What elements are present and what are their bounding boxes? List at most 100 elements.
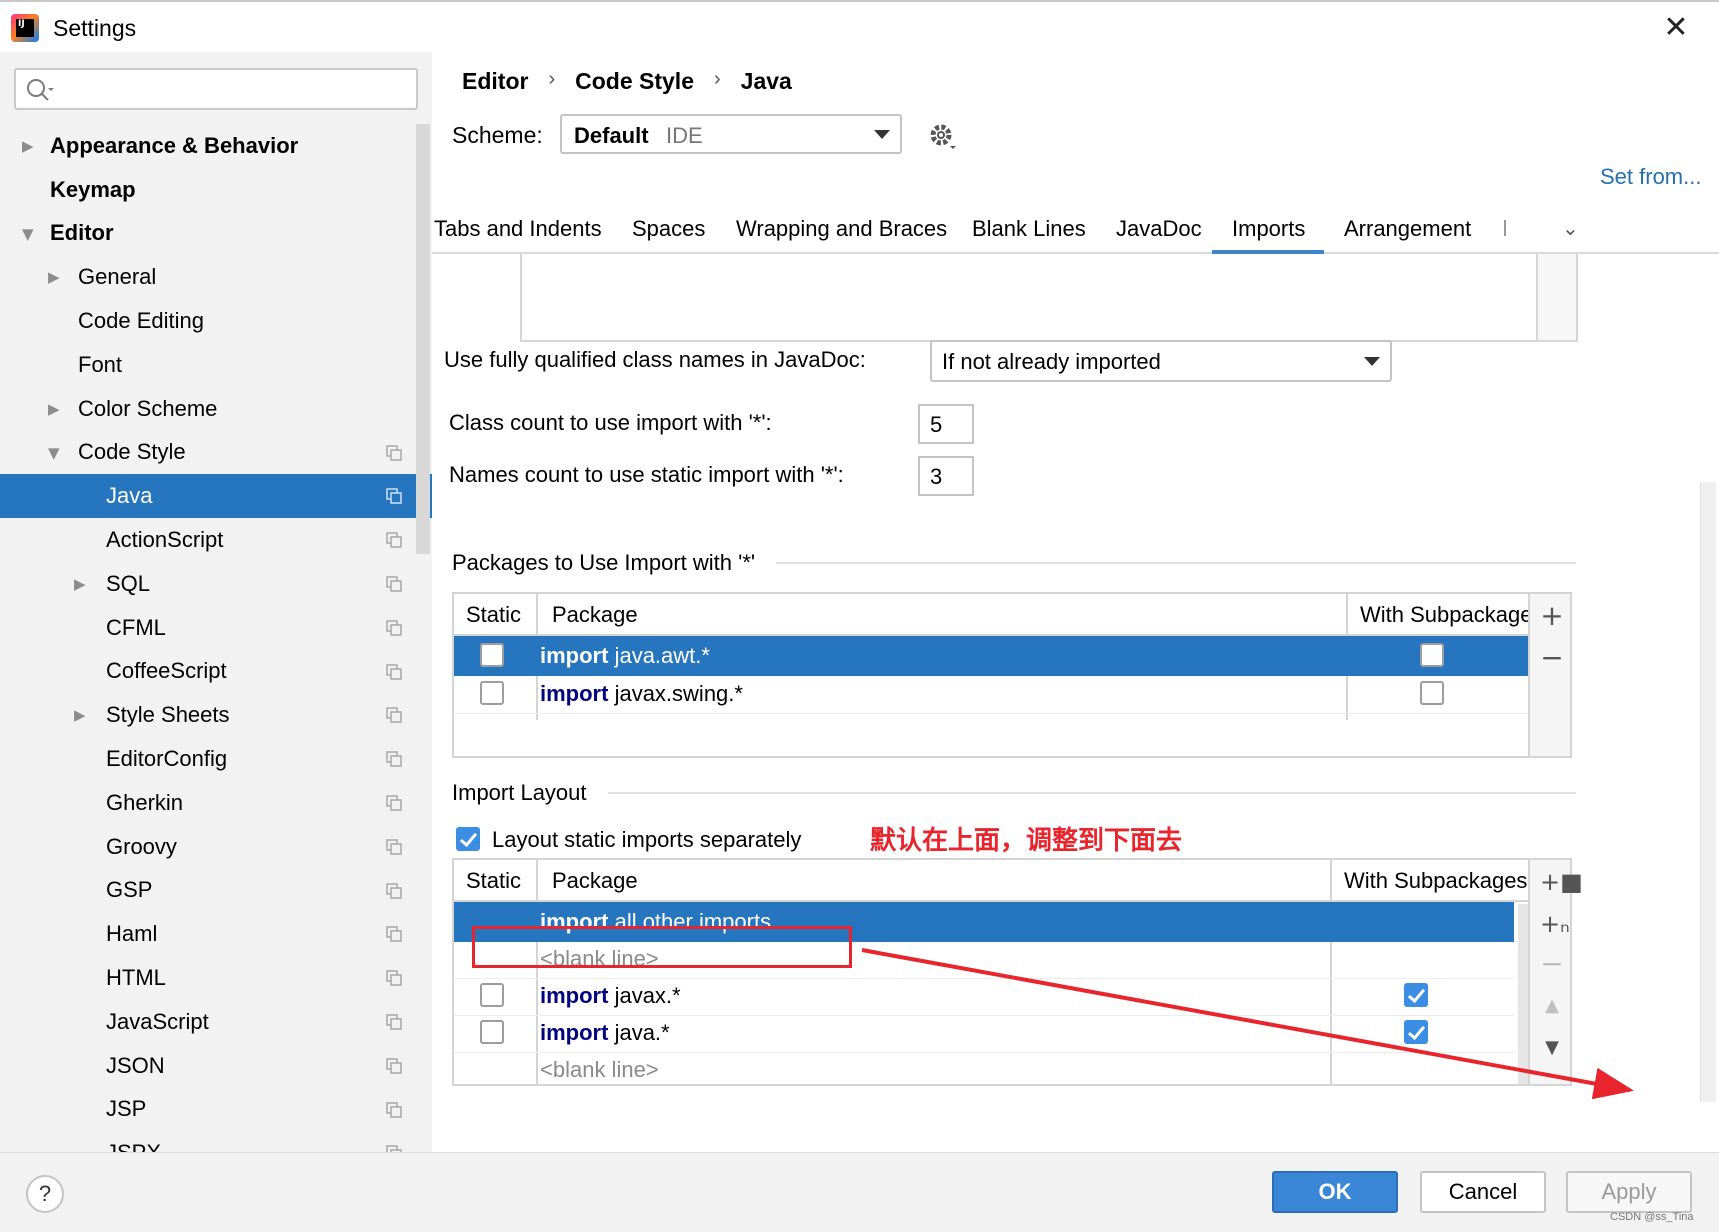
tab-blank-lines[interactable]: Blank Lines — [972, 216, 1086, 242]
close-icon[interactable]: ✕ — [1660, 12, 1692, 44]
sidebar-item-label: CoffeeScript — [106, 658, 227, 684]
class-count-input[interactable]: 5 — [918, 404, 974, 444]
scheme-select[interactable]: Default IDE — [560, 114, 902, 154]
panel-scrollbar[interactable] — [1700, 482, 1716, 1102]
project-scheme-icon — [386, 839, 402, 855]
expand-right-icon[interactable]: ▶ — [48, 269, 64, 285]
sidebar-item-editorconfig[interactable]: EditorConfig — [0, 737, 432, 781]
names-count-label: Names count to use static import with '*… — [449, 462, 844, 487]
move-down-icon[interactable]: ▼ — [1540, 1036, 1564, 1060]
sidebar-item-gsp[interactable]: GSP — [0, 869, 432, 913]
add-blank-line-icon[interactable]: +ₙ — [1540, 912, 1570, 936]
search-icon — [27, 79, 54, 101]
project-scheme-icon — [386, 1101, 402, 1118]
sidebar-item-jsp[interactable]: JSP — [0, 1088, 432, 1132]
sidebar-item-javascript[interactable]: JavaScript — [0, 1000, 432, 1044]
add-package-icon[interactable]: +■ — [1540, 870, 1583, 894]
sidebar-item-font[interactable]: Font — [0, 343, 432, 387]
expand-right-icon[interactable]: ▶ — [48, 401, 64, 417]
gear-icon[interactable] — [928, 122, 958, 152]
sidebar-item-html[interactable]: HTML — [0, 956, 432, 1000]
sidebar-item-gherkin[interactable]: Gherkin — [0, 781, 432, 825]
sidebar-item-appearance-behavior[interactable]: ▶ Appearance & Behavior — [0, 124, 432, 168]
project-scheme-icon — [386, 444, 402, 461]
column-package[interactable]: Package — [552, 868, 638, 894]
sidebar-item-actionscript[interactable]: ActionScript — [0, 518, 432, 562]
blank-line-row[interactable]: <blank line> — [454, 1050, 1514, 1084]
names-count-input[interactable]: 3 — [918, 456, 974, 496]
static-checkbox[interactable] — [480, 643, 504, 667]
column-subpackages[interactable]: With Subpackages — [1360, 602, 1528, 628]
add-icon[interactable]: + — [1540, 602, 1564, 630]
tab-javadoc[interactable]: JavaDoc — [1116, 216, 1202, 242]
tab-imports[interactable]: Imports — [1232, 216, 1305, 242]
sidebar-item-coffeescript[interactable]: CoffeeScript — [0, 650, 432, 694]
static-checkbox[interactable] — [480, 983, 504, 1007]
sidebar-item-style-sheets[interactable]: ▶ Style Sheets — [0, 693, 432, 737]
sidebar-item-code-editing[interactable]: Code Editing — [0, 299, 432, 343]
sidebar-item-code-style[interactable]: ▼ Code Style — [0, 431, 432, 475]
expand-right-icon[interactable]: ▶ — [22, 138, 38, 154]
sidebar-item-label: Java — [106, 483, 153, 509]
list-scrollbar[interactable] — [1536, 254, 1576, 340]
expand-right-icon[interactable]: ▶ — [74, 576, 90, 592]
sidebar-item-sql[interactable]: ▶ SQL — [0, 562, 432, 606]
subpackages-checkbox[interactable] — [1404, 1020, 1428, 1044]
sidebar-item-keymap[interactable]: Keymap — [0, 168, 432, 212]
tab-wrapping-and-braces[interactable]: Wrapping and Braces — [736, 216, 947, 242]
set-from-link[interactable]: Set from... — [1600, 164, 1701, 190]
settings-sidebar: ▶ Appearance & Behavior Keymap ▼ Editor ▶ Gene… — [0, 52, 432, 1152]
sidebar-item-java[interactable]: Java — [0, 474, 432, 519]
sidebar-scrollbar[interactable] — [416, 124, 430, 554]
ok-button[interactable]: OK — [1272, 1171, 1398, 1213]
dropdown-arrow-icon — [1364, 357, 1380, 366]
cancel-button[interactable]: Cancel — [1420, 1171, 1546, 1213]
expand-down-icon[interactable]: ▼ — [22, 226, 38, 242]
static-checkbox[interactable] — [480, 681, 504, 705]
apply-button[interactable]: Apply — [1566, 1171, 1692, 1213]
table-row[interactable]: import javax.swing.* — [454, 674, 1528, 714]
table-row[interactable]: import java.awt.* — [454, 636, 1528, 676]
static-checkbox[interactable] — [480, 1020, 504, 1044]
sidebar-item-cfml[interactable]: CFML — [0, 606, 432, 650]
column-package[interactable]: Package — [552, 602, 638, 628]
column-static[interactable]: Static — [466, 602, 521, 628]
column-subpackages[interactable]: With Subpackages — [1344, 868, 1527, 894]
remove-icon[interactable]: − — [1540, 644, 1564, 672]
sidebar-item-editor[interactable]: ▼ Editor — [0, 212, 432, 256]
sidebar-item-color-scheme[interactable]: ▶ Color Scheme — [0, 387, 432, 431]
settings-search-input[interactable] — [14, 68, 418, 110]
tab-arrangement[interactable]: Arrangement — [1344, 216, 1471, 242]
table-row[interactable]: import javax.* — [454, 976, 1514, 1016]
javadoc-fq-select[interactable]: If not already imported — [930, 340, 1392, 382]
layout-static-separately-label: Layout static imports separately — [492, 827, 802, 852]
table-row[interactable]: import java.* — [454, 1013, 1514, 1053]
remove-icon[interactable]: − — [1540, 950, 1564, 978]
tab-overflow-indicator — [1504, 220, 1512, 236]
sidebar-item-general[interactable]: ▶ General — [0, 255, 432, 299]
sidebar-item-haml[interactable]: Haml — [0, 912, 432, 956]
layout-static-separately-checkbox[interactable] — [456, 827, 480, 851]
subpackages-checkbox[interactable] — [1420, 681, 1444, 705]
import-layout-toolbar: +■ +ₙ − ▲ ▼ — [1530, 858, 1583, 1086]
packages-star-title: Packages to Use Import with '*' — [452, 550, 756, 575]
project-scheme-icon — [386, 620, 402, 636]
subpackages-checkbox[interactable] — [1420, 643, 1444, 667]
tab-tabs-and-indents[interactable]: Tabs and Indents — [434, 216, 602, 242]
help-button[interactable]: ? — [26, 1175, 64, 1213]
class-count-label: Class count to use import with '*': — [449, 410, 772, 435]
sidebar-item-jspx[interactable]: JSPX — [0, 1131, 432, 1152]
column-static[interactable]: Static — [466, 868, 521, 894]
intellij-app-icon: IJ — [11, 14, 39, 42]
packages-star-table: Static Package With Subpackages import j… — [452, 592, 1530, 758]
chevron-down-icon[interactable]: ⌄ — [1562, 216, 1579, 240]
move-up-icon[interactable]: ▲ — [1540, 994, 1564, 1018]
sidebar-item-groovy[interactable]: Groovy — [0, 825, 432, 869]
subpackages-checkbox[interactable] — [1404, 983, 1428, 1007]
expand-down-icon[interactable]: ▼ — [48, 445, 64, 461]
project-scheme-icon — [386, 576, 402, 592]
sidebar-item-json[interactable]: JSON — [0, 1044, 432, 1088]
table-scrollbar[interactable] — [1518, 904, 1528, 1084]
expand-right-icon[interactable]: ▶ — [74, 707, 90, 723]
tab-spaces[interactable]: Spaces — [632, 216, 705, 242]
